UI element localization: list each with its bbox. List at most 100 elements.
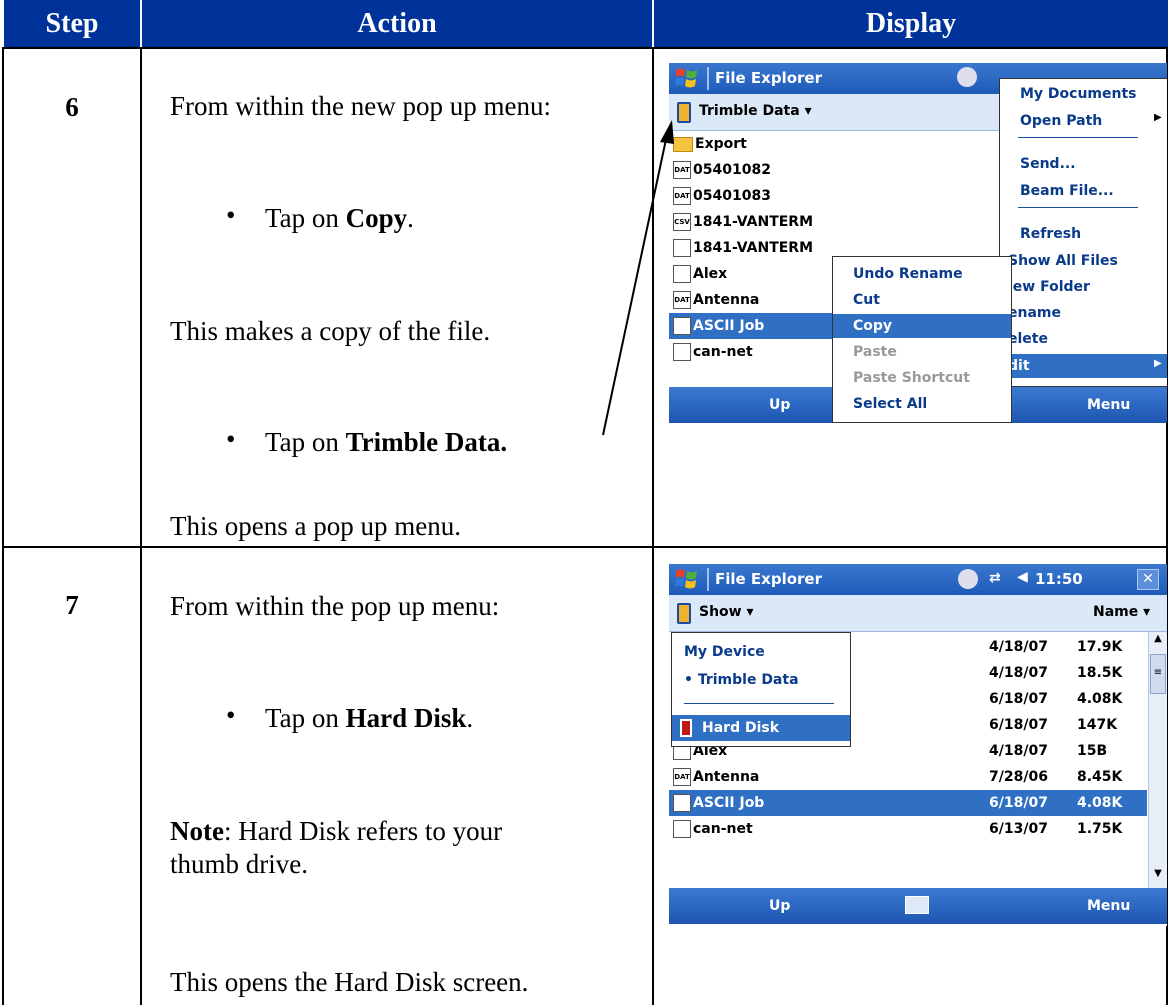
header-display: Display — [654, 0, 1168, 47]
menu-softkey[interactable]: Menu — [1087, 898, 1130, 914]
file-name: 1841-VANTERM — [693, 240, 814, 256]
file-name: Antenna — [693, 769, 760, 785]
show-menu-item[interactable]: Hard Disk — [672, 715, 850, 741]
menu-item[interactable]: Send... — [1020, 152, 1167, 176]
windows-start-icon[interactable] — [673, 66, 701, 90]
hard-disk-icon — [680, 719, 692, 737]
windows-start-icon[interactable] — [673, 567, 701, 591]
softkey-bar: Up Menu — [669, 888, 1167, 924]
file-row[interactable]: DAT 05401082 — [669, 157, 999, 183]
volume-icon[interactable]: ◀ — [1017, 569, 1028, 585]
step-line: Tap on Hard Disk. — [265, 703, 474, 733]
file-name: ASCII Job — [693, 795, 765, 811]
file-name: ASCII Job — [693, 318, 765, 334]
header-action: Action — [142, 0, 652, 47]
file-row[interactable]: can-net 6/13/07 1.75K — [669, 816, 1147, 842]
menu-softkey[interactable]: Menu — [1087, 397, 1130, 413]
menu-divider — [684, 703, 834, 704]
title-separator — [707, 568, 709, 591]
menu-item[interactable]: Open Path — [1020, 109, 1167, 133]
menu-item[interactable]: Refresh — [1020, 222, 1167, 246]
title-separator — [707, 67, 709, 90]
up-softkey[interactable]: Up — [769, 898, 790, 914]
menu-item[interactable]: dit — [1000, 354, 1167, 378]
edit-menu-item[interactable]: Select All — [833, 392, 1011, 416]
up-softkey[interactable]: Up — [769, 397, 790, 413]
edit-menu-item[interactable]: Paste Shortcut — [833, 366, 1011, 390]
grid-line — [140, 47, 142, 1005]
file-row[interactable]: ASCII Job 6/18/07 4.08K — [669, 790, 1147, 816]
show-menu-item[interactable]: My Device — [672, 639, 850, 665]
file-date: 4/18/07 — [989, 743, 1048, 759]
scroll-thumb[interactable]: ≡ — [1150, 654, 1166, 694]
file-name: Antenna — [693, 292, 760, 308]
show-menu-item[interactable]: • Trimble Data — [672, 667, 850, 693]
file-row[interactable]: Export — [669, 131, 999, 157]
scrollbar[interactable]: ▲ ≡ ▼ — [1148, 632, 1167, 888]
grid-line — [2, 546, 1168, 548]
file-date: 4/18/07 — [989, 639, 1048, 655]
file-date: 6/13/07 — [989, 821, 1048, 837]
sync-icon — [958, 569, 978, 589]
step-line: From within the pop up menu: — [170, 591, 500, 621]
menu-item[interactable]: lew Folder — [1008, 275, 1167, 299]
file-date: 7/28/06 — [989, 769, 1048, 785]
device-icon — [677, 603, 691, 624]
file-row[interactable]: DAT 05401083 — [669, 183, 999, 209]
edit-menu-item[interactable]: Paste — [833, 340, 1011, 364]
step-line: Note: Hard Disk refers to your — [170, 816, 503, 846]
screenshot-file-explorer-show-menu: File Explorer ⇄ ◀ 11:50 ✕ Show ▾ Name ▾ … — [669, 564, 1167, 926]
edit-menu-item[interactable]: Cut — [833, 288, 1011, 312]
file-size: 4.08K — [1077, 691, 1123, 707]
edit-submenu: Undo Rename Cut Copy Paste Paste Shortcut Sel… — [832, 256, 1012, 423]
close-icon[interactable]: ✕ — [1137, 569, 1159, 590]
file-row[interactable]: CSV 1841-VANTERM — [669, 209, 999, 235]
file-name: Alex — [693, 266, 728, 282]
step-line: Tap on Trimble Data. — [265, 427, 508, 457]
location-label[interactable]: Trimble Data ▾ — [699, 103, 812, 119]
scroll-up-button[interactable]: ▲ — [1150, 633, 1166, 651]
scroll-down-button[interactable]: ▼ — [1150, 868, 1166, 886]
submenu-arrow-icon: ▶ — [1154, 112, 1162, 123]
pointer-arrow — [602, 120, 674, 436]
bullet-icon: • — [226, 700, 236, 730]
show-dropdown[interactable]: Show ▾ — [699, 604, 754, 620]
title-text: File Explorer — [715, 570, 822, 588]
step-line: From within the new pop up menu: — [170, 91, 551, 121]
title-text: File Explorer — [715, 69, 822, 87]
screenshot-file-explorer-edit-menu: File Explorer Trimble Data ▾ Export DAT 05… — [669, 63, 1167, 423]
bullet-icon: • — [226, 200, 236, 230]
file-date: 6/18/07 — [989, 691, 1048, 707]
grid-line — [2, 47, 4, 1005]
keyboard-icon[interactable] — [905, 896, 929, 914]
menu-item[interactable]: elete — [1008, 327, 1167, 351]
file-size: 147K — [1077, 717, 1118, 733]
file-size: 4.08K — [1077, 795, 1123, 811]
file-size: 1.75K — [1077, 821, 1123, 837]
file-name: Export — [695, 136, 747, 152]
menu-item[interactable]: Beam File... — [1020, 179, 1167, 203]
clock-text[interactable]: 11:50 — [1035, 570, 1083, 588]
menu-divider — [1018, 207, 1138, 208]
location-bar[interactable]: Show ▾ Name ▾ — [669, 595, 1167, 632]
edit-menu-item[interactable]: Undo Rename — [833, 262, 1011, 286]
file-size: 8.45K — [1077, 769, 1123, 785]
step-line: This opens a pop up menu. — [170, 511, 461, 541]
menu-item[interactable]: My Documents — [1020, 82, 1167, 106]
file-date: 6/18/07 — [989, 717, 1048, 733]
title-bar: File Explorer ⇄ ◀ 11:50 ✕ — [669, 564, 1167, 595]
step-number: 7 — [65, 590, 79, 620]
sort-dropdown[interactable]: Name ▾ — [1093, 604, 1150, 620]
step-line: This makes a copy of the file. — [170, 316, 491, 346]
file-name: can-net — [693, 344, 753, 360]
connectivity-icon[interactable]: ⇄ — [989, 570, 1001, 586]
sync-icon — [957, 67, 977, 87]
menu-item[interactable]: Show All Files — [1008, 249, 1167, 273]
file-row[interactable]: DAT Antenna 7/28/06 8.45K — [669, 764, 1147, 790]
show-menu: My Device • Trimble Data Hard Disk — [671, 632, 851, 747]
menu-divider — [1018, 137, 1138, 138]
edit-menu-item[interactable]: Copy — [833, 314, 1011, 338]
main-menu: My Documents Open Path Send... Beam File...… — [999, 78, 1167, 387]
menu-item[interactable]: ename — [1008, 301, 1167, 325]
step-line: thumb drive. — [170, 849, 308, 879]
